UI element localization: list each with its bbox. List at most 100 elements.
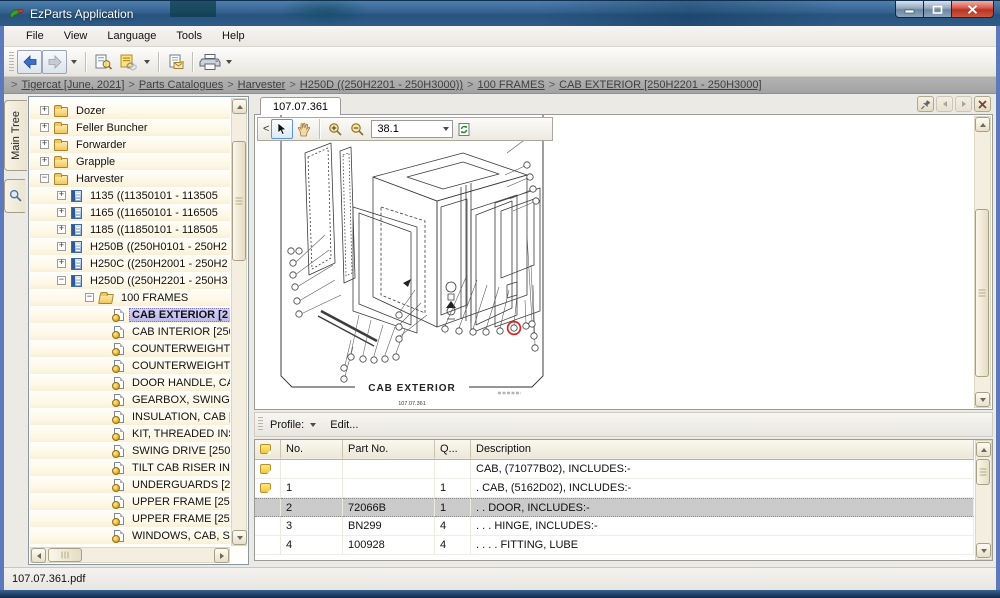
scroll-left-button[interactable] xyxy=(31,548,46,563)
minimize-button[interactable] xyxy=(895,1,924,18)
tree-vscroll-thumb[interactable] xyxy=(232,141,246,261)
menu-tools[interactable]: Tools xyxy=(166,27,212,45)
collapse-icon[interactable]: − xyxy=(40,174,49,183)
close-document-button[interactable] xyxy=(974,96,991,112)
breadcrumb-cab-exterior[interactable]: CAB EXTERIOR [250H2201 - 250H3000] xyxy=(559,79,761,91)
table-row-2[interactable]: 11. CAB, (5162D02), INCLUDES:- xyxy=(255,479,974,498)
tree-item-1185-11850101-118505[interactable]: +1185 ((11850101 - 118505 xyxy=(30,221,230,238)
prev-document-button[interactable] xyxy=(936,96,953,112)
profile-toolbar-grip[interactable] xyxy=(258,417,263,432)
tab-main-tree[interactable]: Main Tree xyxy=(4,100,27,171)
column-icon[interactable] xyxy=(255,440,281,459)
tree-item-gearbox-swing-dr[interactable]: GEARBOX, SWING DR xyxy=(30,391,230,408)
send-page-button[interactable] xyxy=(163,50,188,74)
menu-view[interactable]: View xyxy=(54,27,98,45)
document-tab[interactable]: 107.07.361 xyxy=(260,97,341,115)
back-button[interactable] xyxy=(17,50,42,74)
table-row-1[interactable]: CAB, (71077B02), INCLUDES:- xyxy=(255,460,974,479)
cab-exterior-drawing[interactable]: CAB EXTERIOR 107.07.361 xyxy=(255,115,979,409)
toolbar-grip[interactable] xyxy=(9,52,14,72)
tree-item-forwarder[interactable]: +Forwarder xyxy=(30,136,230,153)
expand-icon[interactable]: + xyxy=(57,242,66,251)
expand-icon[interactable]: + xyxy=(40,106,49,115)
scroll-down-button[interactable] xyxy=(976,543,991,558)
tree-item-kit-threaded-inse[interactable]: KIT, THREADED INSE xyxy=(30,425,230,442)
scroll-down-button[interactable] xyxy=(232,530,247,545)
collapse-icon[interactable]: − xyxy=(85,293,94,302)
breadcrumb-catalog[interactable]: Tigercat [June, 2021] xyxy=(21,79,124,91)
profile-dropdown-caret[interactable] xyxy=(310,423,316,427)
breadcrumb-frames[interactable]: 100 FRAMES xyxy=(477,79,544,91)
scroll-up-button[interactable] xyxy=(975,117,990,132)
preview-button[interactable] xyxy=(90,50,115,74)
scroll-up-button[interactable] xyxy=(976,442,991,457)
tree-item-h250d-250h2201-250h3[interactable]: −H250D ((250H2201 - 250H3 xyxy=(30,272,230,289)
tab-search[interactable] xyxy=(4,179,25,213)
tree-item-tilt-cab-riser-inst[interactable]: TILT CAB RISER INST xyxy=(30,459,230,476)
forward-button[interactable] xyxy=(42,50,67,74)
select-tool-button[interactable] xyxy=(271,119,293,139)
column-part-no[interactable]: Part No. xyxy=(343,440,435,459)
tree-item-insulation-cab-2[interactable]: INSULATION, CAB [2 xyxy=(30,408,230,425)
diagram-vertical-scrollbar[interactable] xyxy=(974,116,991,408)
tree-item-upper-frame-250h[interactable]: UPPER FRAME [250H xyxy=(30,510,230,527)
column-qty[interactable]: Q... xyxy=(435,440,471,459)
print-button[interactable] xyxy=(197,50,222,74)
tree-item-1135-11350101-113505[interactable]: +1135 ((11350101 - 113505 xyxy=(30,187,230,204)
menu-file[interactable]: File xyxy=(16,27,54,45)
tree-vertical-scrollbar[interactable] xyxy=(231,98,247,546)
menu-help[interactable]: Help xyxy=(212,27,255,45)
expand-icon[interactable]: + xyxy=(40,123,49,132)
tree-item-feller-buncher[interactable]: +Feller Buncher xyxy=(30,119,230,136)
zoom-out-button[interactable] xyxy=(346,119,368,139)
tree-item-harvester[interactable]: −Harvester xyxy=(30,170,230,187)
history-dropdown-caret[interactable] xyxy=(71,60,77,64)
diagram-vscroll-thumb[interactable] xyxy=(975,209,989,377)
pan-tool-button[interactable] xyxy=(293,119,315,139)
print-dropdown-caret[interactable] xyxy=(226,60,232,64)
tree-item-door-handle-cab[interactable]: DOOR HANDLE, CAB xyxy=(30,374,230,391)
expand-icon[interactable]: + xyxy=(57,191,66,200)
tree-horizontal-scrollbar[interactable] xyxy=(30,547,230,563)
column-no[interactable]: No. xyxy=(281,440,343,459)
tree-hscroll-thumb[interactable] xyxy=(48,548,82,562)
toolbar-collapse-icon[interactable]: < xyxy=(263,123,269,135)
expand-icon[interactable]: + xyxy=(57,259,66,268)
tree-item-swing-drive-250h[interactable]: SWING DRIVE [250H: xyxy=(30,442,230,459)
next-document-button[interactable] xyxy=(955,96,972,112)
annotation-dropdown-caret[interactable] xyxy=(144,60,150,64)
tree-item-cab-interior-250h[interactable]: CAB INTERIOR [250H xyxy=(30,323,230,340)
breadcrumb-parts-catalogues[interactable]: Parts Catalogues xyxy=(139,79,223,91)
table-row-4[interactable]: 3BN2994. . . HINGE, INCLUDES:- xyxy=(255,517,974,536)
scroll-up-button[interactable] xyxy=(232,99,247,114)
tree-item-cab-exterior-2[interactable]: CAB EXTERIOR [2 xyxy=(30,306,230,323)
tree-item-upper-frame-250h[interactable]: UPPER FRAME [250H xyxy=(30,493,230,510)
close-button[interactable] xyxy=(952,1,994,18)
scroll-down-button[interactable] xyxy=(975,392,990,407)
table-vscroll-thumb[interactable] xyxy=(976,459,990,485)
profile-edit-button[interactable]: Edit... xyxy=(330,419,358,431)
expand-icon[interactable]: + xyxy=(57,208,66,217)
zoom-level-combobox[interactable]: 38.1 xyxy=(371,120,453,138)
maximize-button[interactable] xyxy=(924,1,952,18)
refresh-button[interactable] xyxy=(453,119,475,139)
scroll-right-button[interactable] xyxy=(214,548,229,563)
tree-item-dozer[interactable]: +Dozer xyxy=(30,102,230,119)
zoom-in-button[interactable] xyxy=(324,119,346,139)
collapse-icon[interactable]: − xyxy=(57,276,66,285)
expand-icon[interactable]: + xyxy=(40,140,49,149)
expand-icon[interactable]: + xyxy=(57,225,66,234)
table-row-5[interactable]: 41009284. . . . FITTING, LUBE xyxy=(255,536,974,555)
tree-item-1165-11650101-116505[interactable]: +1165 ((11650101 - 116505 xyxy=(30,204,230,221)
tree-item-underguards-250[interactable]: UNDERGUARDS [250 xyxy=(30,476,230,493)
tree-item-counterweight-6[interactable]: COUNTERWEIGHT 6 xyxy=(30,357,230,374)
tree-item-h250b-250h0101-250h2[interactable]: +H250B ((250H0101 - 250H2 xyxy=(30,238,230,255)
menu-language[interactable]: Language xyxy=(97,27,166,45)
breadcrumb-harvester[interactable]: Harvester xyxy=(238,79,286,91)
tree-item-counterweight-10[interactable]: COUNTERWEIGHT 10 xyxy=(30,340,230,357)
tree-item-h250c-250h2001-250h2[interactable]: +H250C ((250H2001 - 250H2 xyxy=(30,255,230,272)
tree-item-100-frames[interactable]: −100 FRAMES xyxy=(30,289,230,306)
pin-button[interactable] xyxy=(917,96,934,112)
tree-item-grapple[interactable]: +Grapple xyxy=(30,153,230,170)
annotation-button[interactable] xyxy=(115,50,140,74)
